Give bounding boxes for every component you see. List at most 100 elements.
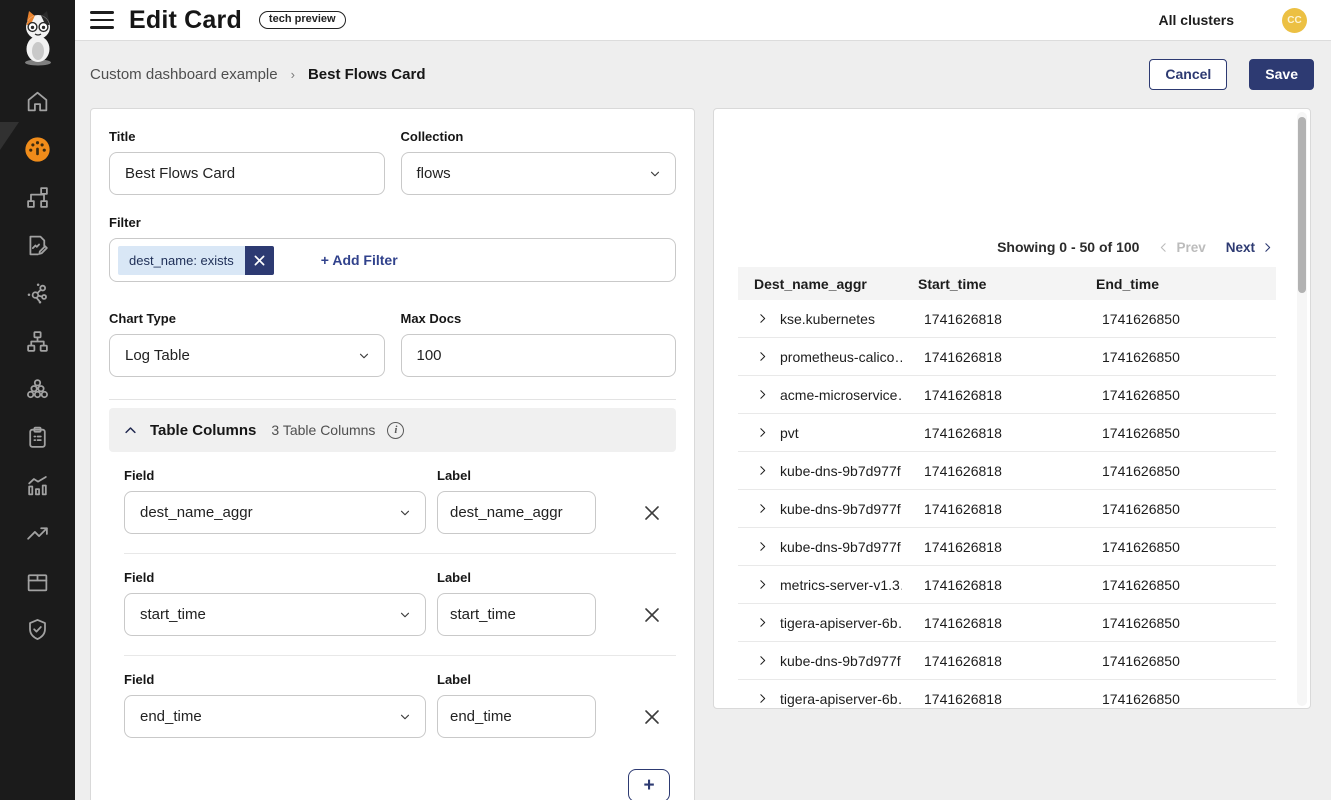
label-input-start-time[interactable]	[437, 593, 596, 636]
table-row[interactable]: kube-dns-9b7d977f… 1741626818 1741626850	[738, 528, 1276, 566]
table-row[interactable]: pvt 1741626818 1741626850	[738, 414, 1276, 452]
max-docs-input[interactable]	[401, 334, 677, 377]
field-label: Field	[124, 468, 426, 483]
report-icon	[25, 233, 50, 258]
collection-label: Collection	[401, 129, 677, 144]
dashboard-gauge-icon	[24, 136, 51, 163]
field-select-start-time[interactable]: start_time	[124, 593, 426, 636]
home-icon	[25, 89, 50, 114]
filter-chip: dest_name: exists	[118, 246, 274, 275]
table-row[interactable]: kube-dns-9b7d977f… 1741626818 1741626850	[738, 642, 1276, 680]
close-icon	[643, 606, 661, 624]
pagination-status: Showing 0 - 50 of 100	[997, 239, 1139, 255]
remove-filter-button[interactable]	[245, 246, 274, 275]
shield-check-icon	[25, 617, 50, 642]
breadcrumb-separator-icon: ›	[291, 67, 295, 82]
expand-chevron-icon[interactable]	[756, 578, 769, 591]
table-columns-section-header[interactable]: Table Columns 3 Table Columns i	[109, 408, 676, 452]
scrollbar-thumb[interactable]	[1298, 117, 1306, 293]
expand-chevron-icon[interactable]	[756, 388, 769, 401]
menu-icon[interactable]	[90, 11, 114, 29]
expand-chevron-icon[interactable]	[756, 312, 769, 325]
chevron-right-icon	[1261, 241, 1274, 254]
sidebar-item-service-graph[interactable]	[18, 184, 58, 210]
field-select-end-time[interactable]: end_time	[124, 695, 426, 738]
expand-chevron-icon[interactable]	[756, 426, 769, 439]
sidebar-item-threat-feeds[interactable]	[18, 520, 58, 546]
sidebar-item-home[interactable]	[18, 88, 58, 114]
scrollbar-track[interactable]	[1297, 112, 1307, 706]
sidebar-item-security[interactable]	[18, 616, 58, 642]
molecule-icon	[25, 281, 50, 306]
expand-chevron-icon[interactable]	[756, 616, 769, 629]
sidebar-item-hosts[interactable]	[18, 328, 58, 354]
add-column-button[interactable]: +	[628, 769, 670, 800]
expand-chevron-icon[interactable]	[756, 692, 769, 705]
table-row[interactable]: kube-dns-9b7d977f… 1741626818 1741626850	[738, 452, 1276, 490]
breadcrumb-current: Best Flows Card	[308, 66, 426, 83]
table-column-row: Field end_time Label	[124, 656, 676, 757]
chevron-down-icon	[648, 167, 662, 181]
box-icon	[25, 569, 50, 594]
next-button[interactable]: Next	[1226, 240, 1274, 255]
chevron-up-icon	[123, 423, 138, 438]
expand-chevron-icon[interactable]	[756, 502, 769, 515]
org-chart-icon	[25, 329, 50, 354]
table-row[interactable]: acme-microservice… 1741626818 1741626850	[738, 376, 1276, 414]
add-filter-button[interactable]: + Add Filter	[321, 252, 398, 268]
table-row[interactable]: tigera-apiserver-6b… 1741626818 17416268…	[738, 680, 1276, 709]
cluster-selector[interactable]: All clusters	[1159, 12, 1234, 28]
table-row[interactable]: kube-dns-9b7d977f… 1741626818 1741626850	[738, 490, 1276, 528]
sidebar-item-reports[interactable]	[18, 232, 58, 258]
remove-column-button[interactable]	[638, 499, 666, 527]
column-header-end-time: End_time	[1080, 276, 1276, 292]
label-input-dest-name-aggr[interactable]	[437, 491, 596, 534]
tech-preview-badge: tech preview	[259, 11, 346, 29]
info-icon[interactable]: i	[387, 422, 404, 439]
sidebar-item-flow-visualizer[interactable]	[18, 280, 58, 306]
label-input-end-time[interactable]	[437, 695, 596, 738]
table-row[interactable]: kse.kubernetes 1741626818 1741626850	[738, 300, 1276, 338]
table-columns-title: Table Columns	[150, 422, 256, 439]
chevron-down-icon	[398, 506, 412, 520]
table-row[interactable]: tigera-apiserver-6b… 1741626818 17416268…	[738, 604, 1276, 642]
chart-type-select[interactable]: Log Table	[109, 334, 385, 377]
prev-button[interactable]: Prev	[1157, 240, 1205, 255]
table-header-row: Dest_name_aggr Start_time End_time	[738, 267, 1276, 300]
table-row[interactable]: metrics-server-v1.3… 1741626818 17416268…	[738, 566, 1276, 604]
page-title: Edit Card	[129, 6, 242, 35]
calico-cat-logo-icon	[15, 9, 61, 67]
chevron-down-icon	[398, 710, 412, 724]
column-header-dest-name-aggr: Dest_name_aggr	[738, 276, 902, 292]
table-row[interactable]: prometheus-calico… 1741626818 1741626850	[738, 338, 1276, 376]
column-header-start-time: Start_time	[902, 276, 1080, 292]
table-column-row: Field start_time Label	[124, 554, 676, 656]
sidebar-item-policies[interactable]	[18, 424, 58, 450]
title-label: Title	[109, 129, 385, 144]
expand-chevron-icon[interactable]	[756, 654, 769, 667]
field-select-dest-name-aggr[interactable]: dest_name_aggr	[124, 491, 426, 534]
close-icon	[254, 255, 265, 266]
app-logo[interactable]	[0, 0, 75, 80]
title-input[interactable]	[109, 152, 385, 195]
remove-column-button[interactable]	[638, 601, 666, 629]
table-column-row: Field dest_name_aggr Label	[124, 452, 676, 554]
save-button[interactable]: Save	[1249, 59, 1314, 90]
remove-column-button[interactable]	[638, 703, 666, 731]
sidebar-item-clusters[interactable]	[18, 376, 58, 402]
avatar[interactable]: CC	[1282, 8, 1307, 33]
chevron-down-icon	[398, 608, 412, 622]
breadcrumb-parent[interactable]: Custom dashboard example	[90, 66, 278, 83]
edit-card-panel: Title Collection flows Filter dest_name:…	[90, 108, 695, 800]
collection-select[interactable]: flows	[401, 152, 677, 195]
expand-chevron-icon[interactable]	[756, 350, 769, 363]
expand-chevron-icon[interactable]	[756, 464, 769, 477]
sidebar	[0, 0, 75, 800]
chart-stats-icon	[25, 473, 50, 498]
label-label: Label	[437, 570, 596, 585]
sidebar-item-logs[interactable]	[18, 472, 58, 498]
cancel-button[interactable]: Cancel	[1149, 59, 1227, 90]
expand-chevron-icon[interactable]	[756, 540, 769, 553]
sidebar-item-inventory[interactable]	[18, 568, 58, 594]
sidebar-item-dashboards[interactable]	[18, 136, 58, 162]
